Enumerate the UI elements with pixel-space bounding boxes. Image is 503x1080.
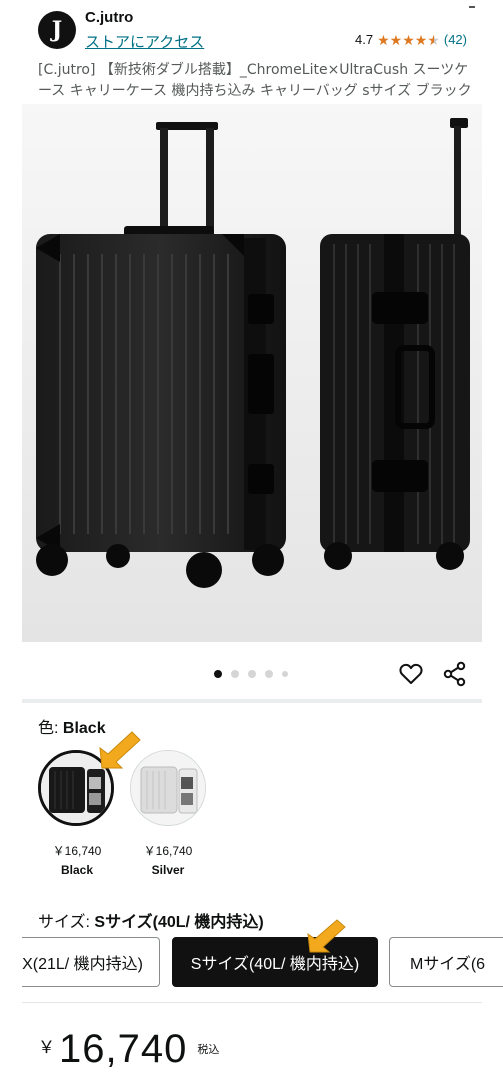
brand-logo[interactable]: J — [38, 11, 76, 49]
tax-label: 税込 — [197, 1044, 220, 1056]
store-header: J C.jutro ストアにアクセス 4.7 ★ ★ ★ ★ ★ (42) — [0, 0, 503, 56]
share-button[interactable] — [441, 660, 469, 688]
color-label-text: 色: — [38, 720, 59, 737]
size-option-label: X(21L/ 機内持込) — [22, 956, 143, 973]
pager-dot[interactable] — [214, 670, 222, 678]
selected-size: Sサイズ(40L/ 機内持込) — [94, 914, 264, 931]
logo-letter: J — [51, 17, 63, 43]
pager-dot[interactable] — [265, 670, 273, 678]
brand-name[interactable]: C.jutro — [85, 9, 133, 26]
pager-dot[interactable] — [248, 670, 256, 678]
share-icon — [443, 661, 466, 687]
section-divider — [22, 699, 482, 703]
size-option-label: Sサイズ(40L/ 機内持込) — [190, 956, 360, 973]
star-rating: ★ ★ ★ ★ ★ — [377, 33, 440, 47]
store-link[interactable]: ストアにアクセス — [85, 31, 204, 52]
review-count[interactable]: (42) — [444, 32, 467, 47]
size-option-m[interactable]: Mサイズ(6 — [389, 937, 503, 987]
size-option-label: Mサイズ(6 — [410, 956, 486, 973]
half-star-icon: ★ — [427, 31, 440, 48]
size-option-xs[interactable]: X(21L/ 機内持込) — [22, 937, 160, 987]
color-label: 色: Black — [38, 714, 106, 738]
price-block: ￥ 16,740 税込 — [38, 1025, 219, 1073]
color-swatch-black[interactable] — [38, 750, 114, 826]
silver-suitcase-thumbnail — [131, 751, 205, 825]
color-swatch-silver[interactable] — [130, 750, 206, 826]
star-icon: ★ — [389, 31, 403, 48]
rating-value: 4.7 — [354, 32, 374, 47]
star-icon: ★ — [377, 31, 390, 48]
product-title: [C.jutro] 【新技術ダブル搭載】_ChromeLite×UltraCus… — [38, 62, 472, 99]
heart-icon — [399, 663, 423, 684]
size-label: サイズ: Sサイズ(40L/ 機内持込) — [38, 908, 264, 932]
selected-color: Black — [62, 720, 106, 737]
black-suitcase-thumbnail — [41, 753, 111, 823]
rating[interactable]: 4.7 ★ ★ ★ ★ ★ (42) — [355, 32, 467, 47]
black-name: Black — [60, 863, 94, 877]
section-divider — [22, 1002, 482, 1003]
star-icon: ★ — [402, 31, 415, 48]
black-price: ￥16,740 — [52, 844, 102, 858]
size-label-text: サイズ: — [38, 914, 90, 931]
product-image[interactable] — [22, 104, 482, 642]
star-icon: ★ — [414, 31, 428, 48]
size-option-s[interactable]: Sサイズ(40L/ 機内持込) — [172, 937, 378, 987]
price-value: 16,740 — [59, 1027, 188, 1071]
currency-symbol: ￥ — [38, 1038, 55, 1057]
suitcase-image — [22, 104, 482, 642]
image-pager[interactable] — [214, 670, 288, 678]
silver-name: Silver — [151, 863, 185, 877]
silver-price: ￥16,740 — [143, 844, 193, 858]
pager-dot[interactable] — [282, 671, 288, 677]
favorite-button[interactable] — [397, 660, 425, 688]
pager-dot[interactable] — [231, 670, 239, 678]
